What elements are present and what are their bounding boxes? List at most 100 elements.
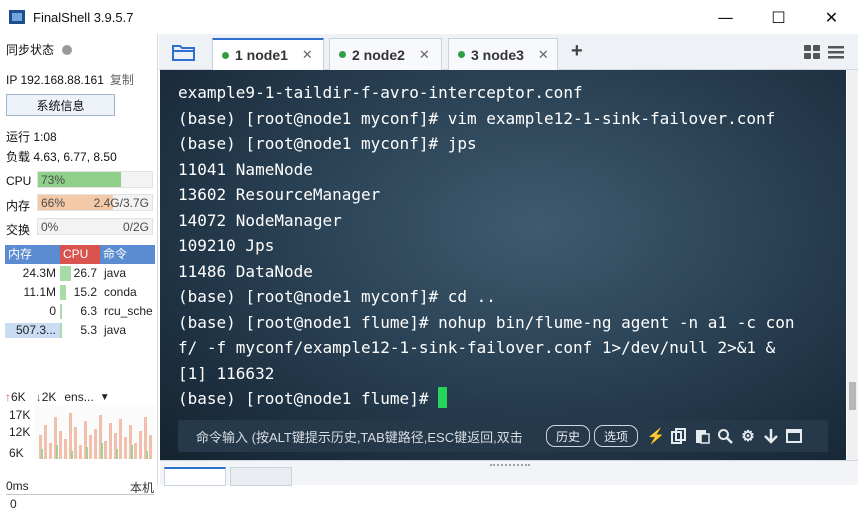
process-command: java: [104, 266, 127, 280]
table-row[interactable]: 11.1M 15.2 conda: [5, 283, 155, 302]
cpu-percent: 73%: [41, 173, 66, 187]
network-interface-select[interactable]: ens...: [64, 390, 93, 404]
chevron-down-icon[interactable]: ▼: [100, 392, 110, 403]
terminal-line: (base) [root@node1 myconf]# vim example1…: [178, 108, 776, 128]
grid-view-icon[interactable]: [803, 44, 821, 60]
process-command: conda: [104, 285, 137, 299]
terminal-line: [1] 116632: [178, 363, 275, 383]
memory-label: 内存: [6, 199, 31, 213]
latency-value: 0ms: [6, 479, 29, 493]
minimize-button[interactable]: —: [699, 0, 752, 34]
command-input[interactable]: 命令输入 (按ALT键提示历史,TAB键路径,ESC键返回,双击: [196, 427, 542, 446]
connected-dot-icon: [458, 51, 465, 58]
app-icon: [9, 10, 25, 24]
terminal-scrollbar[interactable]: [847, 70, 858, 460]
bottom-panel-bar: [160, 460, 858, 486]
swap-label: 交换: [6, 223, 31, 237]
network-monitor: ↑ 6K ↓ 2K ens... ▼ 17K 12K 6K: [5, 389, 155, 469]
menu-icon[interactable]: [827, 44, 845, 60]
tab-label: 3 node3: [471, 46, 524, 63]
bottom-tab[interactable]: [230, 467, 292, 486]
connected-dot-icon: [339, 51, 346, 58]
terminal-line: f/ -f myconf/example12-1-sink-failover.c…: [178, 338, 776, 357]
terminal[interactable]: example9-1-taildir-f-avro-interceptor.co…: [160, 70, 846, 460]
title-bar: FinalShell 3.9.5.7 — ☐ ✕: [0, 0, 858, 34]
tab-label: 2 node2: [352, 46, 405, 63]
upload-rate: 6K: [11, 390, 26, 404]
table-row[interactable]: 24.3M 26.7 java: [5, 264, 155, 283]
download-rate: 2K: [41, 390, 57, 404]
terminal-line: (base) [root@node1 flume]# nohup bin/flu…: [178, 312, 795, 332]
terminal-line: (base) [root@node1 myconf]# jps: [178, 134, 477, 153]
sync-status-label: 同步状态: [6, 43, 55, 57]
network-graph: [35, 405, 155, 459]
history-button[interactable]: 历史: [546, 425, 591, 447]
terminal-line: 11486 DataNode: [178, 261, 313, 281]
tab-2[interactable]: 2 node2 ✕: [329, 38, 442, 70]
folder-icon[interactable]: [171, 42, 197, 62]
process-memory: 11.1M: [23, 285, 56, 299]
process-cpu: 15.2: [60, 283, 100, 302]
terminal-line: (base) [root@node1 myconf]# cd ..: [178, 287, 496, 306]
cpu-meter: 73%: [37, 171, 153, 188]
lightning-icon[interactable]: ⚡: [647, 428, 666, 445]
tab-1[interactable]: 1 node1 ✕: [212, 38, 324, 70]
search-icon[interactable]: [717, 428, 733, 444]
paste-icon[interactable]: [694, 428, 710, 444]
connected-dot-icon: [222, 51, 229, 59]
copy-ip-button[interactable]: 复制: [110, 73, 134, 87]
net-y-label: 6K: [9, 446, 24, 460]
process-memory: 0: [49, 304, 56, 318]
command-input-bar[interactable]: 命令输入 (按ALT键提示历史,TAB键路径,ESC键返回,双击 历史 选项 ⚡…: [178, 420, 828, 452]
terminal-line: example9-1-taildir-f-avro-interceptor.co…: [178, 83, 583, 102]
swap-meter: 0% 0/2G: [37, 218, 153, 235]
process-cpu: 5.3: [60, 321, 100, 340]
bottom-tab[interactable]: [164, 467, 226, 486]
terminal-cursor: [438, 387, 448, 408]
close-tab-icon[interactable]: ✕: [419, 47, 430, 63]
tab-3[interactable]: 3 node3 ✕: [448, 38, 558, 70]
terminal-output[interactable]: example9-1-taildir-f-avro-interceptor.co…: [178, 80, 795, 412]
terminal-line: (base) [root@node1 flume]#: [178, 386, 795, 412]
memory-percent: 66%: [41, 196, 66, 210]
window-icon[interactable]: [786, 428, 803, 444]
cpu-label: CPU: [6, 174, 32, 188]
close-button[interactable]: ✕: [805, 0, 858, 34]
memory-meter: 66% 2.4G/3.7G: [37, 194, 153, 211]
process-cpu: 26.7: [60, 264, 100, 283]
table-row[interactable]: 507.3... 5.3 java: [5, 321, 155, 340]
memory-detail: 2.4G/3.7G: [93, 196, 149, 210]
net-y-label: 12K: [9, 425, 31, 439]
maximize-button[interactable]: ☐: [752, 0, 805, 34]
window-title: FinalShell 3.9.5.7: [33, 9, 134, 25]
copy-icon[interactable]: [671, 428, 687, 444]
system-info-button[interactable]: 系统信息: [6, 94, 115, 116]
column-header-cpu[interactable]: CPU: [60, 245, 100, 264]
close-tab-icon[interactable]: ✕: [302, 47, 313, 63]
terminal-line: 109210 Jps: [178, 236, 275, 255]
terminal-line: 11041 NameNode: [178, 159, 313, 179]
process-command: rcu_sche: [104, 304, 153, 318]
ip-address: IP 192.168.88.161: [6, 73, 104, 87]
scrollbar-thumb[interactable]: [849, 382, 856, 410]
process-command: java: [104, 323, 127, 337]
resize-grip[interactable]: [490, 464, 530, 466]
terminal-line: 13602 ResourceManager: [178, 185, 381, 204]
column-header-memory[interactable]: 内存: [5, 245, 60, 264]
download-icon[interactable]: [763, 428, 779, 444]
sidebar: 同步状态 IP 192.168.88.161 复制 系统信息 运行 1:08 负载…: [0, 34, 158, 511]
sync-status-icon: [62, 45, 73, 55]
load-average: 负载 4.63, 6.77, 8.50: [6, 150, 117, 164]
options-button[interactable]: 选项: [594, 425, 639, 447]
divider: [6, 494, 154, 495]
tab-label: 1 node1: [235, 47, 288, 63]
add-tab-button[interactable]: +: [571, 40, 583, 63]
swap-detail: 0/2G: [122, 220, 149, 234]
close-tab-icon[interactable]: ✕: [538, 47, 549, 63]
session-tab-bar: 1 node1 ✕ 2 node2 ✕ 3 node3 ✕ +: [159, 34, 858, 70]
column-header-command[interactable]: 命令: [100, 245, 155, 264]
process-memory: 24.3M: [22, 266, 56, 280]
table-row[interactable]: 0 6.3 rcu_sche: [5, 302, 155, 321]
process-cpu: 6.3: [60, 302, 100, 321]
gear-icon[interactable]: ⚙: [740, 428, 756, 445]
